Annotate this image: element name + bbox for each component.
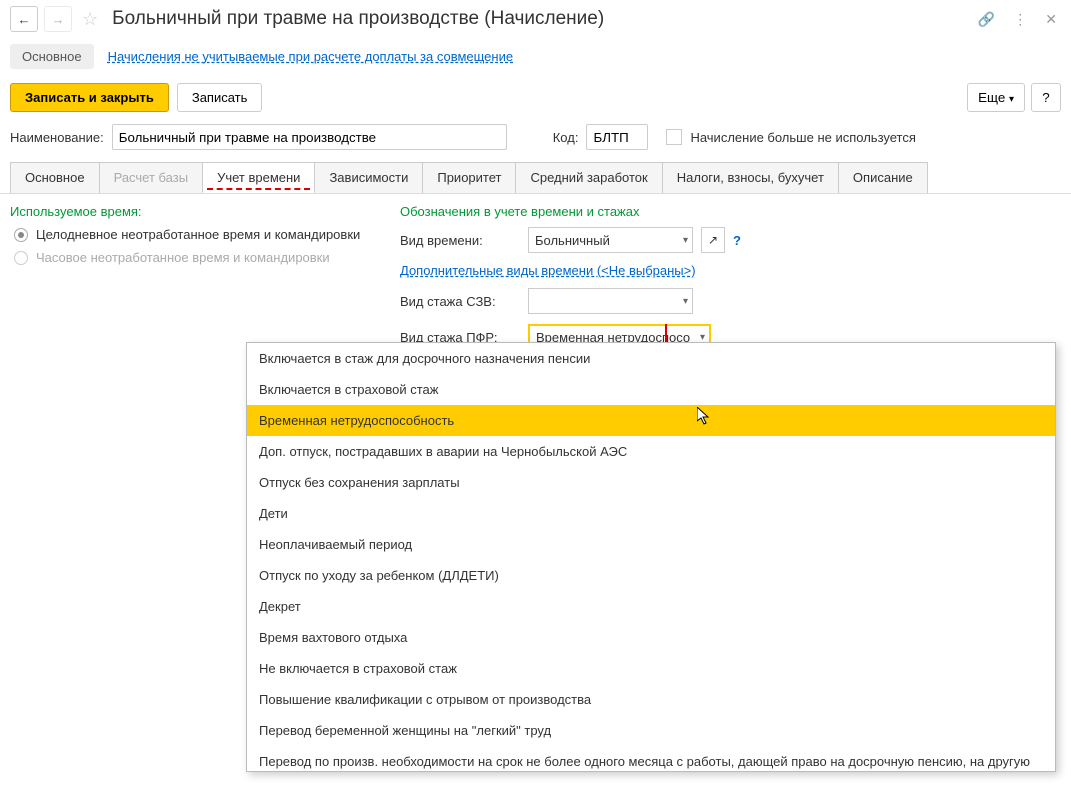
link-icon[interactable]: 🔗 <box>974 9 999 30</box>
tab-deps[interactable]: Зависимости <box>314 162 423 193</box>
tab-time[interactable]: Учет времени <box>202 162 315 193</box>
external-icon: ↗ <box>708 233 718 247</box>
szv-select[interactable]: ▾ <box>528 288 693 314</box>
open-time-type-button[interactable]: ↗ <box>701 227 725 253</box>
tab-tax[interactable]: Налоги, взносы, бухучет <box>662 162 839 193</box>
radio-hourly-label: Часовое неотработанное время и командиро… <box>36 250 330 265</box>
dropdown-item[interactable]: Время вахтового отдыха <box>247 622 1055 653</box>
subtab-link-accruals[interactable]: Начисления не учитываемые при расчете до… <box>108 49 514 64</box>
header: ← → ☆ Больничный при травме на производс… <box>0 0 1071 38</box>
radio-row-hourly: Часовое неотработанное время и командиро… <box>10 250 380 265</box>
column-right: Обозначения в учете времени и стажах Вид… <box>400 204 1061 360</box>
help-icon[interactable]: ? <box>733 233 741 248</box>
subtabs: Основное Начисления не учитываемые при р… <box>0 38 1071 75</box>
time-type-value: Больничный <box>535 233 610 248</box>
dropdown-item[interactable]: Не включается в страховой стаж <box>247 653 1055 684</box>
nav-forward-button[interactable]: → <box>44 6 72 32</box>
name-input[interactable] <box>112 124 507 150</box>
nav-back-button[interactable]: ← <box>10 6 38 32</box>
tab-priority[interactable]: Приоритет <box>422 162 516 193</box>
radio-daily-label: Целодневное неотработанное время и коман… <box>36 227 360 242</box>
more-button[interactable]: Еще ▾ <box>967 83 1025 112</box>
szv-label: Вид стажа СЗВ: <box>400 294 520 309</box>
chevron-down-icon: ▾ <box>683 235 688 246</box>
arrow-left-icon: ← <box>18 12 31 27</box>
dropdown-item[interactable]: Дети <box>247 498 1055 529</box>
tabs: Основное Расчет базы Учет времени Зависи… <box>0 154 1071 194</box>
radio-hourly <box>14 251 28 265</box>
kebab-icon[interactable]: ⋮ <box>1009 9 1031 30</box>
dropdown-item[interactable]: Перевод беременной женщины на "легкий" т… <box>247 715 1055 746</box>
left-section-title: Используемое время: <box>10 204 380 219</box>
chevron-down-icon: ▾ <box>700 332 705 343</box>
dropdown-item[interactable]: Доп. отпуск, пострадавших в аварии на Че… <box>247 436 1055 467</box>
column-left: Используемое время: Целодневное неотрабо… <box>10 204 380 360</box>
close-icon[interactable]: ✕ <box>1041 9 1061 30</box>
star-icon[interactable]: ☆ <box>82 9 98 30</box>
chevron-down-icon: ▾ <box>1009 94 1014 105</box>
chevron-down-icon: ▾ <box>683 296 688 307</box>
action-bar-right: Еще ▾ ? <box>967 83 1061 112</box>
field-additional: Дополнительные виды времени (<Не выбраны… <box>400 263 1061 278</box>
dropdown-item[interactable]: Неоплачиваемый период <box>247 529 1055 560</box>
cursor-icon <box>697 407 713 427</box>
dropdown-item[interactable]: Перевод по произв. необходимости на срок… <box>247 746 1055 772</box>
dropdown-item[interactable]: Отпуск по уходу за ребенком (ДЛДЕТИ) <box>247 560 1055 591</box>
tab-base[interactable]: Расчет базы <box>99 162 204 193</box>
subtab-main[interactable]: Основное <box>10 44 94 69</box>
save-button[interactable]: Записать <box>177 83 263 112</box>
header-actions: 🔗 ⋮ ✕ <box>974 9 1061 30</box>
field-szv: Вид стажа СЗВ: ▾ <box>400 288 1061 314</box>
tab-desc[interactable]: Описание <box>838 162 928 193</box>
radio-row-daily[interactable]: Целодневное неотработанное время и коман… <box>10 227 380 242</box>
arrow-right-icon: → <box>52 12 65 27</box>
dropdown-item[interactable]: Отпуск без сохранения зарплаты <box>247 467 1055 498</box>
radio-daily[interactable] <box>14 228 28 242</box>
additional-time-link[interactable]: Дополнительные виды времени (<Не выбраны… <box>400 263 696 278</box>
not-used-label: Начисление больше не используется <box>690 130 915 145</box>
time-type-label: Вид времени: <box>400 233 520 248</box>
dropdown-item[interactable]: Включается в страховой стаж <box>247 374 1055 405</box>
field-time-type: Вид времени: Больничный ▾ ↗ ? <box>400 227 1061 253</box>
help-button[interactable]: ? <box>1031 83 1061 112</box>
not-used-checkbox[interactable] <box>666 129 682 145</box>
dropdown-item[interactable]: Декрет <box>247 591 1055 622</box>
code-input[interactable] <box>586 124 648 150</box>
dropdown-item[interactable]: Включается в стаж для досрочного назначе… <box>247 343 1055 374</box>
pfr-dropdown: Включается в стаж для досрочного назначе… <box>246 342 1056 772</box>
tab-main[interactable]: Основное <box>10 162 100 193</box>
right-section-title: Обозначения в учете времени и стажах <box>400 204 1061 219</box>
page-title: Больничный при травме на производстве (Н… <box>112 8 604 30</box>
form-row-name: Наименование: Код: Начисление больше не … <box>0 120 1071 154</box>
tab-avg[interactable]: Средний заработок <box>515 162 662 193</box>
code-label: Код: <box>553 130 579 145</box>
dropdown-item[interactable]: Повышение квалификации с отрывом от прои… <box>247 684 1055 715</box>
action-bar: Записать и закрыть Записать Еще ▾ ? <box>0 75 1071 120</box>
dropdown-item-selected[interactable]: Временная нетрудоспособность <box>247 405 1055 436</box>
time-type-select[interactable]: Больничный ▾ <box>528 227 693 253</box>
save-close-button[interactable]: Записать и закрыть <box>10 83 169 112</box>
name-label: Наименование: <box>10 130 104 145</box>
